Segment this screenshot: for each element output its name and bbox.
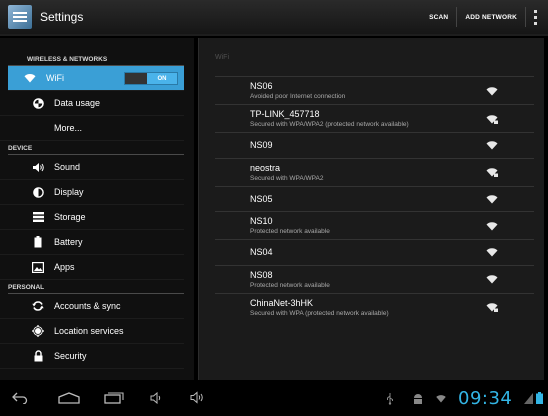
network-ssid: NS09 (250, 140, 273, 151)
sidebar-item-label: Security (54, 351, 87, 361)
overflow-menu-icon[interactable] (528, 7, 542, 27)
network-row[interactable]: NS06 Avoided poor Internet connection (215, 76, 534, 104)
wifi-signal-locked-icon (486, 168, 498, 178)
signal-icon (524, 393, 533, 404)
add-network-button[interactable]: ADD NETWORK (459, 14, 523, 21)
android-debug-icon (414, 394, 422, 404)
apps-icon (30, 260, 46, 274)
network-status: Secured with WPA/WPA2 (protected network… (250, 121, 409, 128)
wifi-toggle-label: ON (147, 73, 177, 84)
network-ssid: NS06 (250, 81, 273, 91)
action-separator (525, 7, 526, 27)
sidebar-item-location[interactable]: Location services (0, 319, 184, 344)
settings-sidebar: WIRELESS & NETWORKS WiFi ON Data usage M… (0, 38, 194, 380)
sidebar-item-data-usage[interactable]: Data usage (0, 91, 184, 116)
sidebar-item-display[interactable]: Display (0, 180, 184, 205)
sidebar-item-label: Accounts & sync (54, 301, 121, 311)
battery-status-icon (536, 392, 543, 404)
section-header-device: DEVICE (8, 141, 184, 155)
network-row[interactable]: TP-LINK_457718 Secured with WPA/WPA2 (pro… (215, 104, 534, 132)
back-icon[interactable] (12, 392, 28, 404)
network-status: Secured with WPA (protected network avai… (250, 309, 389, 317)
wifi-signal-icon (486, 275, 498, 284)
wifi-signal-icon (486, 86, 498, 95)
network-status: Secured with WPA/WPA2 (250, 174, 324, 182)
usb-icon (387, 393, 393, 405)
network-ssid: NS10 (250, 216, 273, 227)
network-row[interactable]: NS08 Protected network available (215, 264, 534, 293)
pane-title: WiFi (215, 53, 229, 61)
wifi-icon (22, 71, 38, 85)
sidebar-item-apps[interactable]: Apps (0, 255, 184, 280)
wifi-signal-locked-icon (486, 114, 498, 124)
wifi-signal-icon (486, 248, 498, 257)
network-status: Protected network available (250, 228, 330, 236)
wifi-signal-locked-icon (486, 303, 498, 313)
sidebar-item-label: Battery (54, 237, 83, 247)
lock-icon (30, 349, 46, 363)
sidebar-item-label: Storage (54, 212, 86, 222)
sync-icon (30, 299, 46, 313)
wifi-signal-icon (486, 221, 498, 231)
system-bar: 09:34 (0, 380, 548, 416)
sidebar-item-label: More... (54, 123, 83, 133)
section-header-wireless: WIRELESS & NETWORKS (8, 50, 184, 66)
sidebar-item-accounts-sync[interactable]: Accounts & sync (0, 294, 184, 319)
scan-button[interactable]: SCAN (423, 14, 454, 21)
network-ssid: ChinaNet-3hHK (250, 297, 314, 308)
sidebar-item-battery[interactable]: Battery (0, 230, 184, 255)
display-icon (30, 185, 46, 199)
wifi-signal-icon (486, 195, 498, 204)
sidebar-item-label: WiFi (46, 73, 64, 83)
network-list: NS06 Avoided poor Internet connection TP-L… (215, 76, 534, 321)
network-ssid: NS08 (250, 269, 273, 280)
data-usage-icon (30, 96, 46, 110)
volume-down-icon[interactable] (150, 392, 162, 404)
volume-up-icon[interactable] (190, 391, 205, 404)
network-row[interactable]: NS04 (215, 239, 534, 265)
sidebar-item-storage[interactable]: Storage (0, 205, 184, 230)
wifi-signal-icon (486, 141, 498, 150)
network-row[interactable]: neostra Secured with WPA/WPA2 (215, 157, 534, 186)
network-ssid: TP-LINK_457718 (250, 109, 320, 119)
sidebar-item-label: Apps (54, 262, 75, 272)
network-row[interactable]: NS05 (215, 185, 534, 212)
storage-icon (30, 210, 46, 224)
section-header-personal: PERSONAL (8, 280, 184, 294)
sidebar-item-label: Data usage (54, 98, 101, 108)
wifi-networks-pane: WiFi NS06 Avoided poor Internet connectio… (198, 38, 544, 380)
wifi-status-icon (436, 395, 446, 403)
network-status: Protected network available (250, 281, 330, 289)
clock: 09:34 (458, 388, 513, 409)
sidebar-item-label: Sound (54, 162, 81, 172)
action-separator (456, 7, 458, 27)
sidebar-item-label: Location services (54, 326, 124, 336)
network-status: Avoided poor Internet connection (250, 93, 346, 100)
battery-icon (30, 235, 46, 249)
sound-icon (30, 160, 46, 174)
wifi-toggle[interactable]: ON (124, 72, 178, 85)
action-bar: Settings SCAN ADD NETWORK (0, 0, 548, 36)
home-icon[interactable] (58, 392, 80, 404)
network-ssid: NS05 (250, 193, 273, 204)
network-row[interactable]: NS10 Protected network available (215, 211, 534, 239)
sidebar-item-security[interactable]: Security (0, 344, 184, 369)
sidebar-item-sound[interactable]: Sound (0, 155, 184, 180)
network-ssid: neostra (250, 162, 281, 173)
network-row[interactable]: NS09 (215, 132, 534, 158)
settings-icon[interactable] (8, 5, 32, 29)
recent-apps-icon[interactable] (104, 391, 124, 404)
network-row[interactable]: ChinaNet-3hHK Secured with WPA (protected… (215, 292, 534, 321)
location-icon (30, 324, 46, 338)
sidebar-item-more[interactable]: More... (0, 116, 184, 141)
sidebar-item-wifi[interactable]: WiFi ON (8, 66, 184, 91)
app-title[interactable]: Settings (40, 10, 83, 24)
network-ssid: NS04 (250, 247, 273, 258)
sidebar-item-label: Display (54, 187, 84, 197)
